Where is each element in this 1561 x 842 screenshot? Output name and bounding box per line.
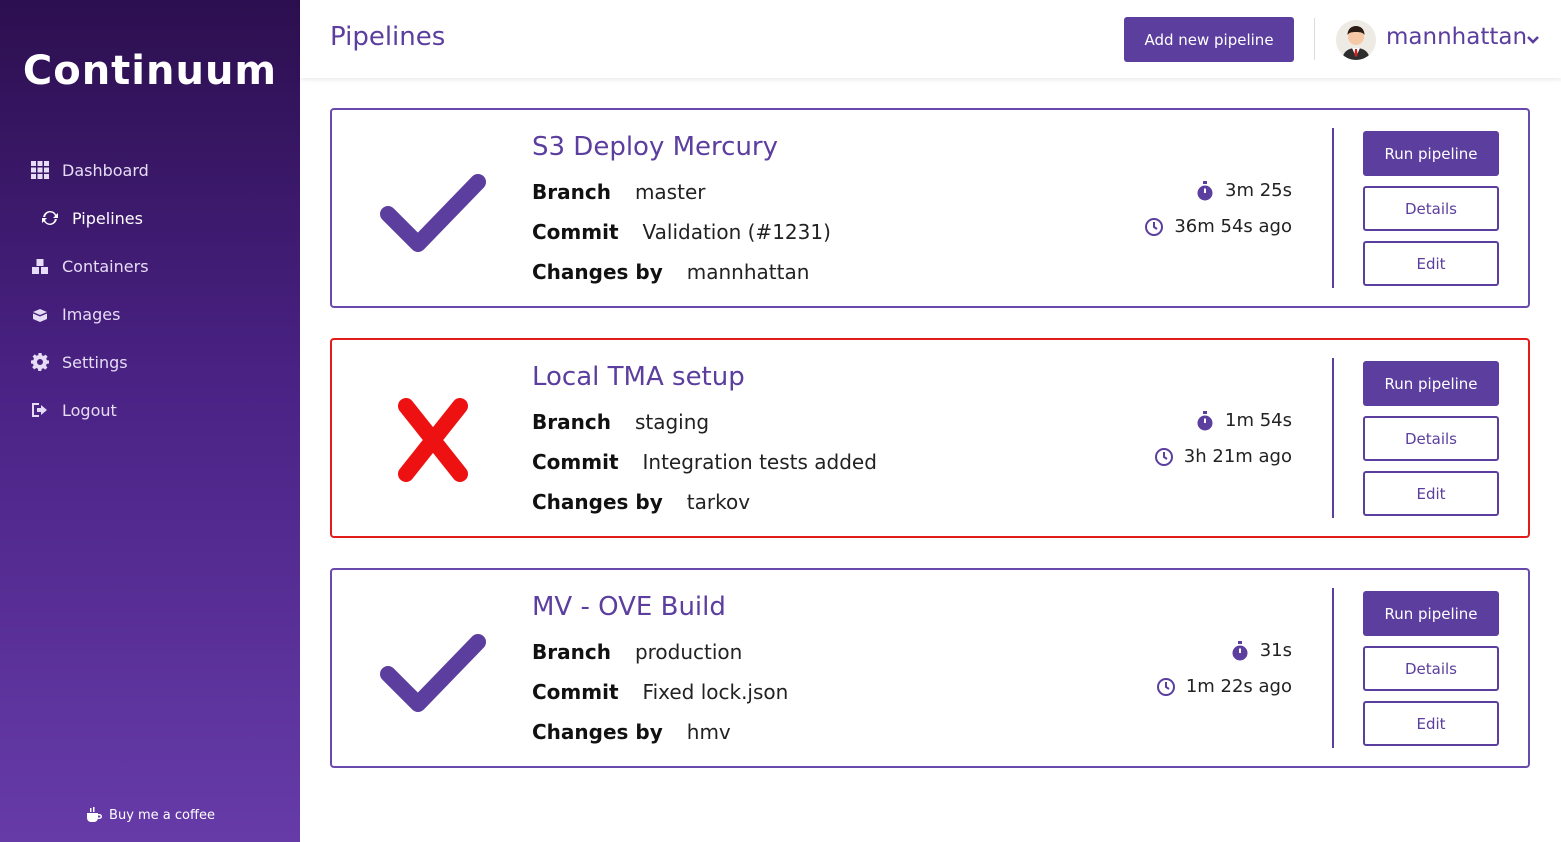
changes-by-row: Changes by hmv bbox=[532, 720, 731, 744]
sign-out-icon bbox=[30, 400, 50, 420]
header-divider bbox=[1314, 18, 1315, 60]
changes-by-label: Changes by bbox=[532, 260, 663, 284]
changes-by-row: Changes by mannhattan bbox=[532, 260, 809, 284]
changes-by-value: mannhattan bbox=[686, 260, 810, 284]
card-divider bbox=[1332, 128, 1334, 288]
edit-button[interactable]: Edit bbox=[1363, 241, 1499, 286]
stopwatch-icon bbox=[1232, 640, 1248, 660]
pipeline-card: MV - OVE Build Branch production Commit Fi… bbox=[330, 568, 1530, 768]
sync-icon bbox=[40, 208, 60, 228]
ago-stat: 1m 22s ago bbox=[1156, 676, 1292, 697]
branch-value: production bbox=[634, 640, 743, 664]
commit-value: Integration tests added bbox=[642, 450, 877, 474]
commit-label: Commit bbox=[532, 450, 619, 474]
checkmark-icon bbox=[380, 174, 486, 252]
pipeline-title[interactable]: S3 Deploy Mercury bbox=[532, 132, 778, 162]
sidebar-item-images[interactable]: Images bbox=[0, 290, 300, 338]
changes-by-value: tarkov bbox=[686, 490, 751, 514]
ago-value: 3h 21m ago bbox=[1183, 446, 1292, 467]
buy-coffee-link[interactable]: Buy me a coffee bbox=[0, 806, 300, 824]
edit-button[interactable]: Edit bbox=[1363, 701, 1499, 746]
gear-icon bbox=[30, 352, 50, 372]
box-open-icon bbox=[30, 304, 50, 324]
changes-by-row: Changes by tarkov bbox=[532, 490, 750, 514]
buy-coffee-label: Buy me a coffee bbox=[109, 807, 215, 823]
branch-label: Branch bbox=[532, 640, 611, 664]
checkmark-icon bbox=[380, 634, 486, 712]
sidebar-item-containers[interactable]: Containers bbox=[0, 242, 300, 290]
commit-row: Commit Validation (#1231) bbox=[532, 220, 831, 244]
branch-label: Branch bbox=[532, 180, 611, 204]
duration-value: 1m 54s bbox=[1225, 410, 1292, 431]
sidebar-item-logout[interactable]: Logout bbox=[0, 386, 300, 434]
duration-stat: 1m 54s bbox=[1195, 410, 1292, 431]
ago-value: 1m 22s ago bbox=[1185, 676, 1292, 697]
card-divider bbox=[1332, 358, 1334, 518]
add-pipeline-button[interactable]: Add new pipeline bbox=[1124, 17, 1294, 62]
details-button[interactable]: Details bbox=[1363, 416, 1499, 461]
x-mark-icon bbox=[398, 398, 468, 482]
chevron-down-icon[interactable] bbox=[1526, 33, 1540, 47]
commit-label: Commit bbox=[532, 680, 619, 704]
run-pipeline-button[interactable]: Run pipeline bbox=[1363, 591, 1499, 636]
edit-button[interactable]: Edit bbox=[1363, 471, 1499, 516]
cubes-icon bbox=[30, 256, 50, 276]
duration-value: 3m 25s bbox=[1225, 180, 1292, 201]
run-pipeline-button[interactable]: Run pipeline bbox=[1363, 131, 1499, 176]
changes-by-label: Changes by bbox=[532, 490, 663, 514]
sidebar-item-settings[interactable]: Settings bbox=[0, 338, 300, 386]
changes-by-value: hmv bbox=[686, 720, 731, 744]
sidebar-nav: Dashboard Pipelines Containers Images Se… bbox=[0, 146, 300, 434]
pipeline-title[interactable]: MV - OVE Build bbox=[532, 592, 726, 622]
top-header: Pipelines Add new pipeline mannhattan bbox=[300, 0, 1561, 78]
sidebar: Continuum Dashboard Pipelines Containers… bbox=[0, 0, 300, 842]
sidebar-item-dashboard[interactable]: Dashboard bbox=[0, 146, 300, 194]
ago-stat: 3h 21m ago bbox=[1154, 446, 1292, 467]
avatar[interactable] bbox=[1336, 20, 1376, 60]
clock-icon bbox=[1154, 447, 1173, 466]
coffee-icon bbox=[87, 807, 103, 822]
page-title: Pipelines bbox=[330, 22, 446, 52]
branch-value: staging bbox=[634, 410, 710, 434]
commit-row: Commit Fixed lock.json bbox=[532, 680, 788, 704]
pipeline-card: Local TMA setup Branch staging Commit Inte… bbox=[330, 338, 1530, 538]
stopwatch-icon bbox=[1197, 180, 1213, 200]
commit-value: Validation (#1231) bbox=[642, 220, 831, 244]
changes-by-label: Changes by bbox=[532, 720, 663, 744]
sidebar-item-label: Dashboard bbox=[62, 160, 149, 180]
sidebar-item-label: Logout bbox=[62, 400, 117, 420]
username[interactable]: mannhattan bbox=[1386, 24, 1527, 50]
details-button[interactable]: Details bbox=[1363, 646, 1499, 691]
branch-value: master bbox=[634, 180, 706, 204]
grid-icon bbox=[30, 160, 50, 180]
branch-row: Branch production bbox=[532, 640, 742, 664]
commit-value: Fixed lock.json bbox=[642, 680, 789, 704]
sidebar-item-label: Images bbox=[62, 304, 121, 324]
ago-stat: 36m 54s ago bbox=[1144, 216, 1292, 237]
sidebar-item-pipelines[interactable]: Pipelines bbox=[0, 194, 300, 242]
clock-icon bbox=[1145, 217, 1164, 236]
duration-stat: 3m 25s bbox=[1195, 180, 1292, 201]
commit-label: Commit bbox=[532, 220, 619, 244]
duration-stat: 31s bbox=[1230, 640, 1292, 661]
ago-value: 36m 54s ago bbox=[1174, 216, 1292, 237]
branch-label: Branch bbox=[532, 410, 611, 434]
clock-icon bbox=[1156, 677, 1175, 696]
sidebar-item-label: Pipelines bbox=[72, 208, 143, 228]
sidebar-item-label: Containers bbox=[62, 256, 149, 276]
commit-row: Commit Integration tests added bbox=[532, 450, 877, 474]
run-pipeline-button[interactable]: Run pipeline bbox=[1363, 361, 1499, 406]
sidebar-item-label: Settings bbox=[62, 352, 128, 372]
branch-row: Branch master bbox=[532, 180, 705, 204]
details-button[interactable]: Details bbox=[1363, 186, 1499, 231]
card-divider bbox=[1332, 588, 1334, 748]
pipeline-title[interactable]: Local TMA setup bbox=[532, 362, 745, 392]
pipeline-card: S3 Deploy Mercury Branch master Commit Val… bbox=[330, 108, 1530, 308]
branch-row: Branch staging bbox=[532, 410, 709, 434]
app-logo[interactable]: Continuum bbox=[0, 48, 300, 94]
stopwatch-icon bbox=[1197, 410, 1213, 430]
duration-value: 31s bbox=[1259, 640, 1292, 661]
